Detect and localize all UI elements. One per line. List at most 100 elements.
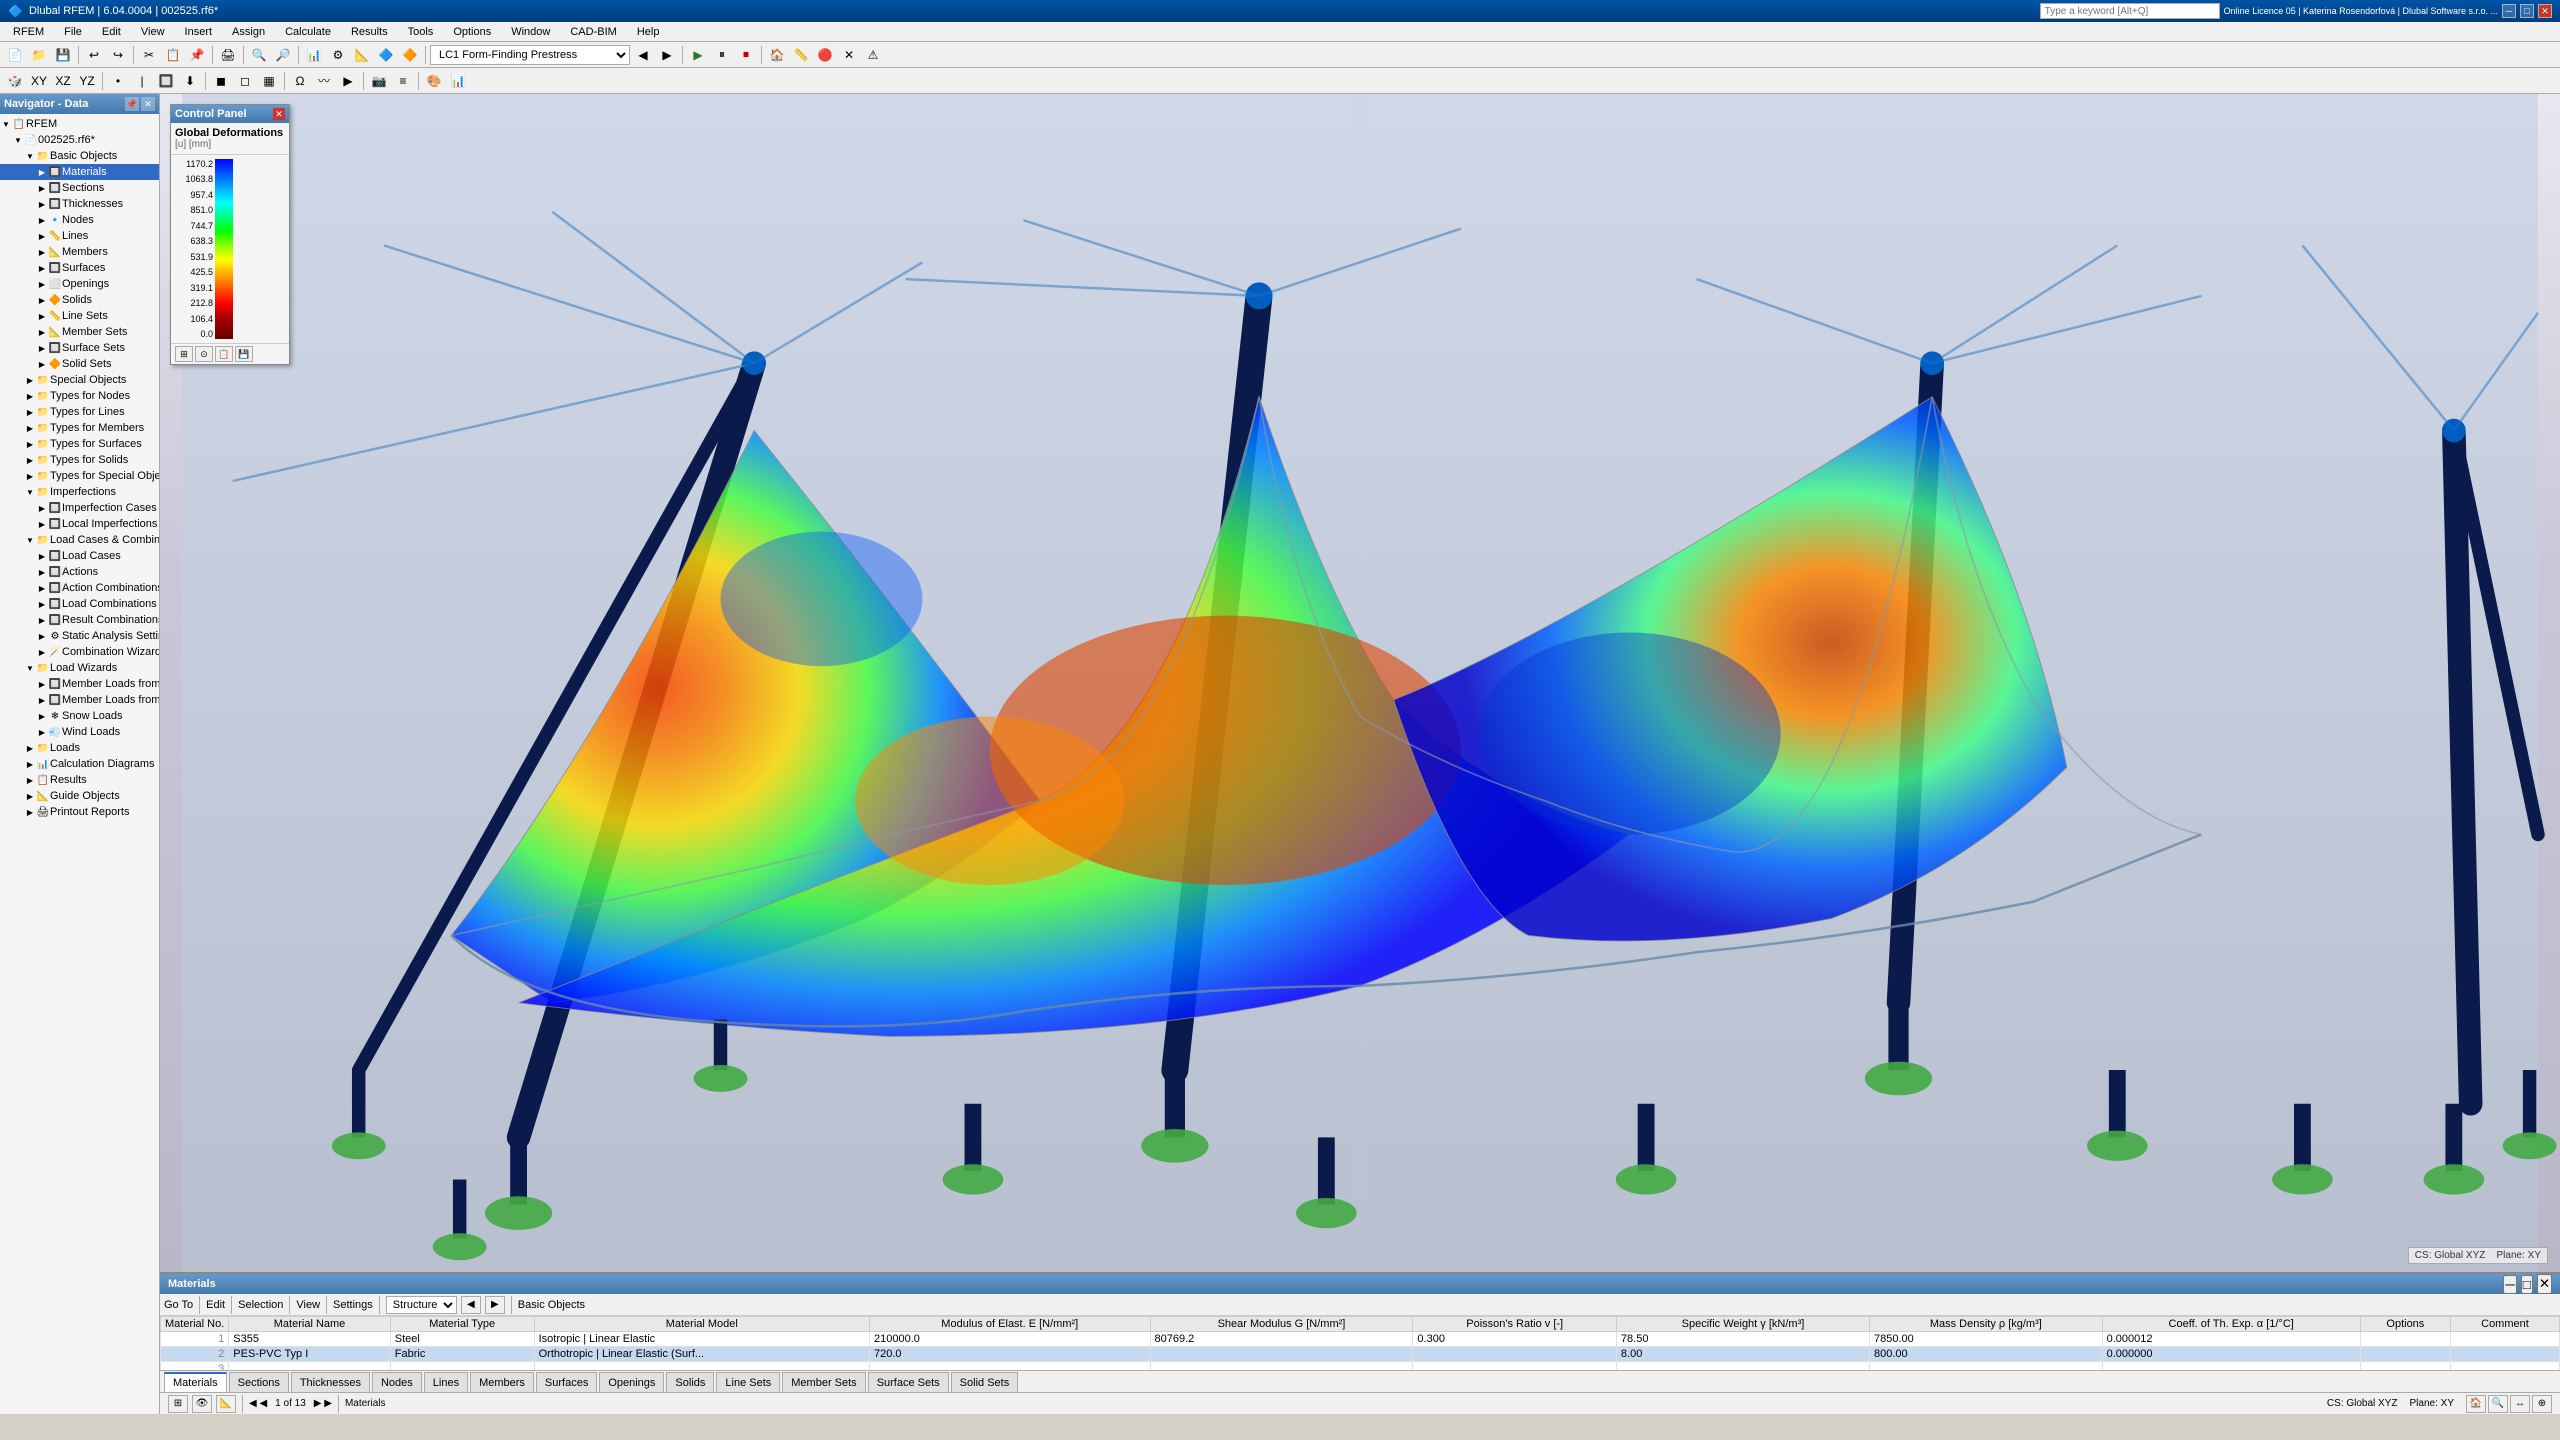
save-button[interactable]: 💾: [52, 45, 74, 65]
menu-item-tools[interactable]: Tools: [399, 23, 443, 41]
bottom-tab-sections[interactable]: Sections: [229, 1372, 289, 1392]
status-view3[interactable]: ↔: [2510, 1395, 2530, 1413]
view-yz[interactable]: YZ: [76, 71, 98, 91]
tree-item-solid-sets[interactable]: ▶🔶Solid Sets: [0, 356, 159, 372]
tree-item-members[interactable]: ▶📐Members: [0, 244, 159, 260]
undo-button[interactable]: ↩: [83, 45, 105, 65]
tree-expander-result-combinations[interactable]: ▶: [36, 614, 48, 626]
tree-item-calculation-diagrams[interactable]: ▶📊Calculation Diagrams: [0, 756, 159, 772]
tree-item-types-for-lines[interactable]: ▶📁Types for Lines: [0, 404, 159, 420]
stop-button[interactable]: ⏹: [735, 45, 757, 65]
tree-expander-actions[interactable]: ▶: [36, 566, 48, 578]
tb-extra1[interactable]: 🏠: [766, 45, 788, 65]
tree-item-results[interactable]: ▶📋Results: [0, 772, 159, 788]
tree-item-materials[interactable]: ▶🔲Materials: [0, 164, 159, 180]
render-mode1[interactable]: ◼: [210, 71, 232, 91]
filter-select[interactable]: Structure: [386, 1296, 457, 1314]
tree-expander-types-for-surfaces[interactable]: ▶: [24, 438, 36, 450]
render-mode2[interactable]: ◻: [234, 71, 256, 91]
cp-view-button3[interactable]: 📋: [215, 346, 233, 362]
status-view2[interactable]: 🔍: [2488, 1395, 2508, 1413]
tree-expander-types-for-special[interactable]: ▶: [24, 470, 36, 482]
tree-item-thicknesses[interactable]: ▶🔲Thicknesses: [0, 196, 159, 212]
tree-item-surface-sets[interactable]: ▶🔲Surface Sets: [0, 340, 159, 356]
menu-item-edit[interactable]: Edit: [93, 23, 130, 41]
tb-btn-5[interactable]: 🔶: [399, 45, 421, 65]
print-button[interactable]: 🖨: [217, 45, 239, 65]
tree-expander-openings[interactable]: ▶: [36, 278, 48, 290]
tree-expander-load-wizards[interactable]: ▼: [24, 662, 36, 674]
redo-button[interactable]: ↪: [107, 45, 129, 65]
bottom-tab-surface-sets[interactable]: Surface Sets: [868, 1372, 949, 1392]
tree-item-load-wizards[interactable]: ▼📁Load Wizards: [0, 660, 159, 676]
tree-item-sections[interactable]: ▶🔲Sections: [0, 180, 159, 196]
lc-prev[interactable]: ◀: [632, 45, 654, 65]
bottom-tab-member-sets[interactable]: Member Sets: [782, 1372, 865, 1392]
tree-item-types-for-nodes[interactable]: ▶📁Types for Nodes: [0, 388, 159, 404]
bottom-tab-surfaces[interactable]: Surfaces: [536, 1372, 597, 1392]
tree-expander-member-loads-free[interactable]: ▶: [36, 694, 48, 706]
tree-expander-types-for-members[interactable]: ▶: [24, 422, 36, 434]
minimize-button[interactable]: ─: [2502, 4, 2516, 18]
bottom-tab-members[interactable]: Members: [470, 1372, 534, 1392]
view-xz[interactable]: XZ: [52, 71, 74, 91]
tree-item-surfaces[interactable]: ▶🔲Surfaces: [0, 260, 159, 276]
tree-expander-types-for-lines[interactable]: ▶: [24, 406, 36, 418]
view-xy[interactable]: XY: [28, 71, 50, 91]
tree-expander-loads[interactable]: ▶: [24, 742, 36, 754]
tree-expander-member-sets[interactable]: ▶: [36, 326, 48, 338]
tree-expander-guide-objects[interactable]: ▶: [24, 790, 36, 802]
tree-expander-calculation-diagrams[interactable]: ▶: [24, 758, 36, 770]
view-3d[interactable]: 🎲: [4, 71, 26, 91]
tree-item-file[interactable]: ▼📄002525.rf6*: [0, 132, 159, 148]
tree-expander-nodes[interactable]: ▶: [36, 214, 48, 226]
menu-item-results[interactable]: Results: [342, 23, 397, 41]
menu-item-view[interactable]: View: [132, 23, 174, 41]
tree-expander-static-analysis[interactable]: ▶: [36, 630, 48, 642]
tree-item-static-analysis[interactable]: ▶⚙Static Analysis Settings: [0, 628, 159, 644]
legend[interactable]: 📊: [447, 71, 469, 91]
tree-expander-lines[interactable]: ▶: [36, 230, 48, 242]
tree-expander-thicknesses[interactable]: ▶: [36, 198, 48, 210]
tb-extra5[interactable]: ⚠: [862, 45, 884, 65]
status-view1[interactable]: 🏠: [2466, 1395, 2486, 1413]
tree-expander-members[interactable]: ▶: [36, 246, 48, 258]
tree-expander-printout-reports[interactable]: ▶: [24, 806, 36, 818]
filter-next-button[interactable]: ▶: [485, 1296, 505, 1314]
tree-expander-combination-wizards[interactable]: ▶: [36, 646, 48, 658]
tree-item-lines[interactable]: ▶📏Lines: [0, 228, 159, 244]
display-members[interactable]: |: [131, 71, 153, 91]
tree-item-guide-objects[interactable]: ▶📐Guide Objects: [0, 788, 159, 804]
zoom-in-button[interactable]: 🔍: [248, 45, 270, 65]
show-isolines[interactable]: ≡: [392, 71, 414, 91]
tree-item-actions[interactable]: ▶🔲Actions: [0, 564, 159, 580]
tree-item-load-cases-comb[interactable]: ▼📁Load Cases & Combinations: [0, 532, 159, 548]
display-loads[interactable]: ⬇: [179, 71, 201, 91]
bottom-tab-lines[interactable]: Lines: [424, 1372, 468, 1392]
tree-item-line-sets[interactable]: ▶📏Line Sets: [0, 308, 159, 324]
bp-close-button[interactable]: ✕: [2537, 1274, 2552, 1294]
table-row[interactable]: 3: [161, 1362, 2560, 1371]
tb-btn-1[interactable]: 📊: [303, 45, 325, 65]
lc-next[interactable]: ▶: [656, 45, 678, 65]
viewport[interactable]: Control Panel ✕ Global Deformations [u] …: [160, 94, 2560, 1272]
tb-btn-4[interactable]: 🔷: [375, 45, 397, 65]
cp-close-button[interactable]: ✕: [273, 108, 285, 120]
display-nodes[interactable]: •: [107, 71, 129, 91]
open-button[interactable]: 📁: [28, 45, 50, 65]
table-row[interactable]: 1S355SteelIsotropic | Linear Elastic2100…: [161, 1332, 2560, 1347]
maximize-button[interactable]: □: [2520, 4, 2534, 18]
status-btn3[interactable]: 📐: [216, 1395, 236, 1413]
menu-item-window[interactable]: Window: [502, 23, 559, 41]
bottom-tab-openings[interactable]: Openings: [599, 1372, 664, 1392]
tb-extra4[interactable]: ✕: [838, 45, 860, 65]
bottom-tab-solids[interactable]: Solids: [666, 1372, 714, 1392]
tree-item-imperfections[interactable]: ▼📁Imperfections: [0, 484, 159, 500]
menu-item-options[interactable]: Options: [444, 23, 500, 41]
pause-button[interactable]: ⏸: [711, 45, 733, 65]
tree-item-types-for-surfaces[interactable]: ▶📁Types for Surfaces: [0, 436, 159, 452]
new-button[interactable]: 📄: [4, 45, 26, 65]
tb-extra3[interactable]: 🔴: [814, 45, 836, 65]
tree-item-imperfection-cases[interactable]: ▶🔲Imperfection Cases: [0, 500, 159, 516]
run-button[interactable]: ▶: [687, 45, 709, 65]
